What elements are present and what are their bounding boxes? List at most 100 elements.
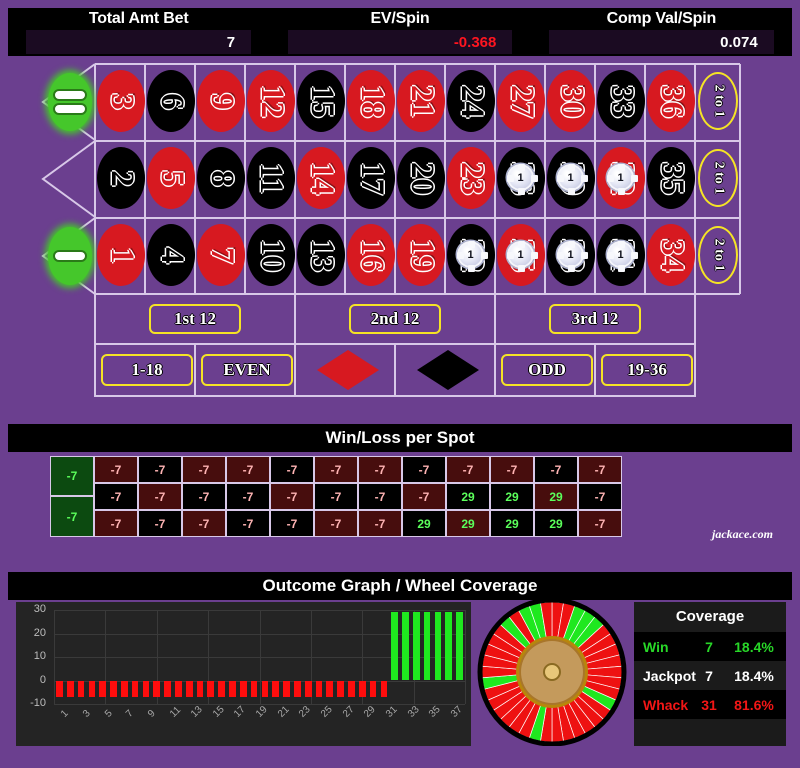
bet-dozen-2[interactable]: 2nd 12 (349, 304, 441, 334)
bet-outside-odd[interactable]: ODD (501, 354, 593, 386)
number-label: 33 (603, 84, 640, 118)
bet-spot-7[interactable]: 7 (197, 224, 245, 286)
winloss-column: -7 29 29 (446, 456, 490, 537)
bet-outside-red[interactable] (317, 350, 379, 390)
chip-on-22[interactable]: 1 (457, 241, 484, 268)
number-label: 16 (353, 238, 390, 272)
number-label: 35 (653, 161, 690, 195)
bet-spot-10[interactable]: 10 (247, 224, 295, 286)
chip-on-28[interactable]: 1 (557, 241, 584, 268)
bet-spot-14[interactable]: 14 (297, 147, 345, 209)
bet-spot-1[interactable]: 1 (97, 224, 145, 286)
bet-spot-24[interactable]: 24 (447, 70, 495, 132)
bet-spot-27[interactable]: 27 (497, 70, 545, 132)
bet-dozen-3[interactable]: 3rd 12 (549, 304, 641, 334)
bet-spot-17[interactable]: 17 (347, 147, 395, 209)
bet-outside-black[interactable] (417, 350, 479, 390)
bet-spot-23[interactable]: 23 (447, 147, 495, 209)
stat-label: Comp Val/Spin (606, 10, 717, 27)
bet-label: 2 to 1 (710, 238, 726, 272)
gridline (54, 610, 55, 704)
number-label: 21 (403, 84, 440, 118)
chip-on-25[interactable]: 1 (507, 241, 534, 268)
diamond-black-icon (417, 350, 479, 390)
bet-spot-21[interactable]: 21 (397, 70, 445, 132)
number-label: 2 (103, 169, 140, 187)
winloss-cell: -7 (314, 483, 358, 510)
bet-spot-20[interactable]: 20 (397, 147, 445, 209)
bet-spot-12[interactable]: 12 (247, 70, 295, 132)
x-axis-tick: 23 (297, 704, 313, 720)
graph-bar (142, 680, 150, 697)
bet-spot-18[interactable]: 18 (347, 70, 395, 132)
graph-bar (110, 680, 117, 697)
bet-column-2to1-2[interactable]: 2 to 1 (698, 149, 738, 207)
winloss-column: -7 -7 -7 (138, 456, 182, 537)
bet-spot-35[interactable]: 35 (647, 147, 695, 209)
graph-bar (218, 680, 225, 697)
bet-spot-6[interactable]: 6 (147, 70, 195, 132)
bet-column-2to1-3[interactable]: 2 to 1 (698, 226, 738, 284)
winloss-cell: -7 (94, 510, 138, 537)
x-axis-tick: 35 (427, 704, 443, 720)
coverage-count: 7 (705, 638, 713, 655)
winloss-cell: -7 (358, 510, 402, 537)
bet-spot-0[interactable] (48, 227, 92, 285)
winloss-cell: -7 (402, 456, 446, 483)
y-axis-tick: 30 (33, 603, 46, 615)
bet-outside-19-36[interactable]: 19-36 (601, 354, 693, 386)
bet-spot-4[interactable]: 4 (147, 224, 195, 286)
bet-spot-13[interactable]: 13 (297, 224, 345, 286)
bet-spot-34[interactable]: 34 (647, 224, 695, 286)
bet-spot-36[interactable]: 36 (647, 70, 695, 132)
stat-total-amt-bet: Total Amt Bet 7 (8, 8, 269, 56)
bet-spot-16[interactable]: 16 (347, 224, 395, 286)
bet-spot-11[interactable]: 11 (247, 147, 295, 209)
number-label: 12 (253, 84, 290, 118)
coverage-row-whack: Whack 31 81.6% (634, 690, 786, 719)
chip-on-26[interactable]: 1 (507, 164, 534, 191)
number-label: 34 (653, 238, 690, 272)
winloss-cell: -7 (402, 483, 446, 510)
winloss-cell: -7 (226, 456, 270, 483)
stat-comp-val-per-spin: Comp Val/Spin 0.074 (531, 8, 792, 56)
winloss-cell: -7 (226, 510, 270, 537)
bet-outside-even[interactable]: EVEN (201, 354, 293, 386)
bet-spot-5[interactable]: 5 (147, 147, 195, 209)
winloss-column: -7 -7 -7 (358, 456, 402, 537)
bet-spot-19[interactable]: 19 (397, 224, 445, 286)
bet-spot-3[interactable]: 3 (97, 70, 145, 132)
bet-spot-15[interactable]: 15 (297, 70, 345, 132)
bet-spot-33[interactable]: 33 (597, 70, 645, 132)
diamond-red-icon (317, 350, 379, 390)
bet-label: 2 to 1 (710, 84, 726, 118)
bet-dozen-1[interactable]: 1st 12 (149, 304, 241, 334)
winloss-cell: -7 (314, 456, 358, 483)
stat-label: Total Amt Bet (88, 10, 189, 27)
bet-spot-00[interactable] (48, 73, 92, 131)
graph-bar (239, 680, 247, 697)
graph-bar (88, 680, 96, 697)
bet-spot-9[interactable]: 9 (197, 70, 245, 132)
bet-spot-8[interactable]: 8 (197, 147, 245, 209)
bet-spot-2[interactable]: 2 (97, 147, 145, 209)
graph-bar (456, 612, 463, 681)
graph-bar (358, 680, 366, 697)
chip-on-31[interactable]: 1 (607, 241, 634, 268)
bet-outside-1-18[interactable]: 1-18 (101, 354, 193, 386)
winloss-cell: -7 (358, 483, 402, 510)
number-label: 23 (453, 161, 490, 195)
bet-spot-30[interactable]: 30 (547, 70, 595, 132)
zero-pill-icon (53, 89, 87, 101)
number-label: 24 (453, 84, 490, 118)
coverage-row-jackpot: Jackpot 7 18.4% (634, 661, 786, 690)
coverage-label: Whack (643, 696, 689, 713)
bet-column-2to1-1[interactable]: 2 to 1 (698, 72, 738, 130)
chip-on-32[interactable]: 1 (607, 164, 634, 191)
winloss-cell: 29 (534, 483, 578, 510)
x-axis-tick: 25 (318, 704, 335, 720)
graph-bar (294, 680, 301, 697)
winloss-cell: -7 (182, 483, 226, 510)
winloss-cell: -7 (138, 483, 182, 510)
chip-on-29[interactable]: 1 (557, 164, 584, 191)
